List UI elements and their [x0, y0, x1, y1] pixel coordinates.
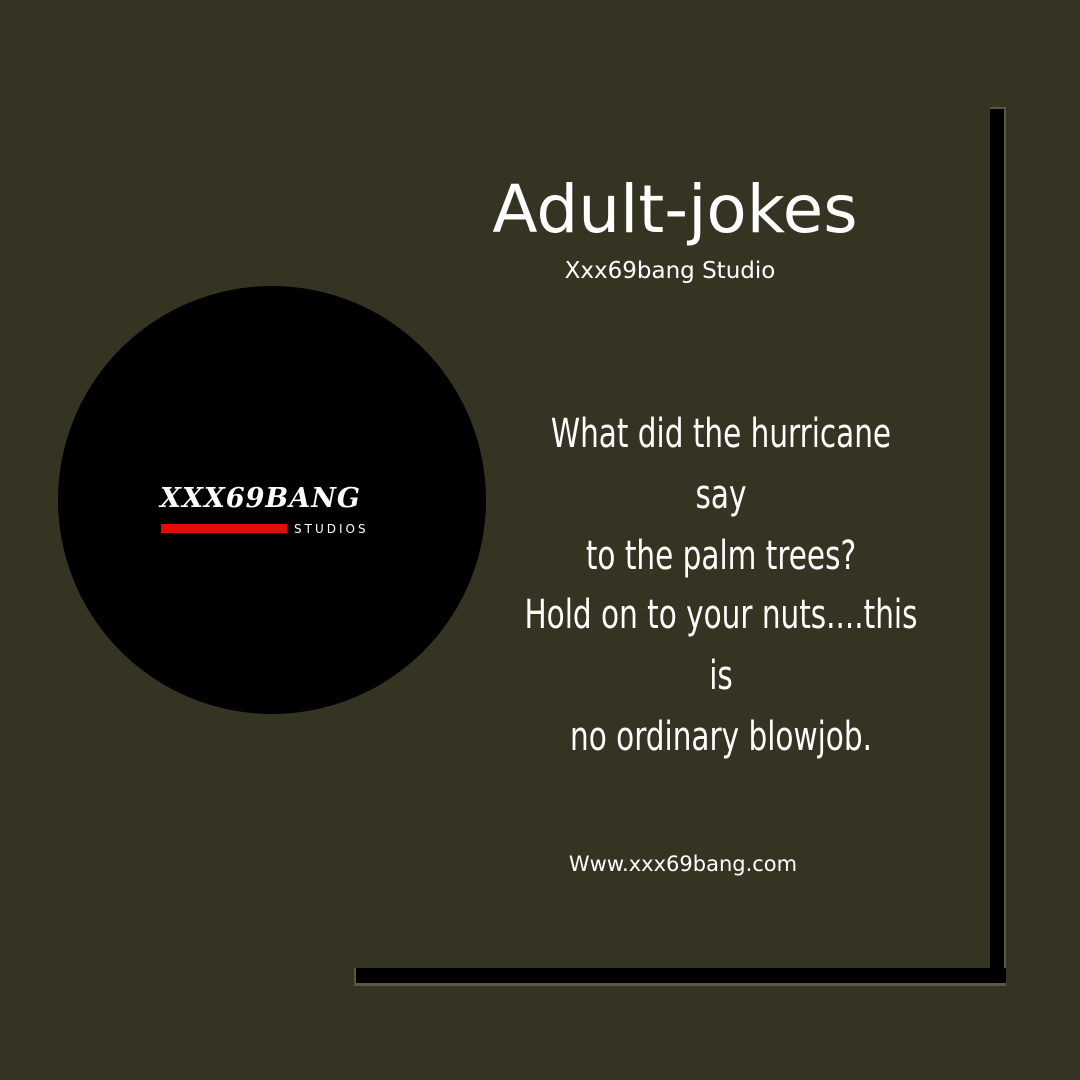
joke-question-line: What did the hurricane say	[550, 411, 892, 518]
joke-answer: Hold on to your nuts....this is no ordin…	[522, 585, 921, 768]
page-subtitle: Xxx69bang Studio	[564, 258, 776, 284]
joke-answer-line: no ordinary blowjob.	[570, 714, 872, 760]
joke-question-line: to the palm trees?	[585, 533, 857, 579]
frame-bottom-border	[354, 968, 1006, 986]
frame-right-border	[990, 107, 1006, 981]
logo-wordmark: XXX69BANG	[160, 483, 361, 514]
website-link[interactable]: Www.xxx69bang.com	[520, 850, 846, 878]
logo-red-bar	[161, 524, 287, 533]
joke-question: What did the hurricane say to the palm t…	[522, 404, 921, 587]
page-title: Adult-jokes	[492, 171, 858, 248]
joke-answer-line: Hold on to your nuts....this is	[524, 592, 918, 699]
logo-tagline: STUDIOS	[294, 522, 369, 536]
